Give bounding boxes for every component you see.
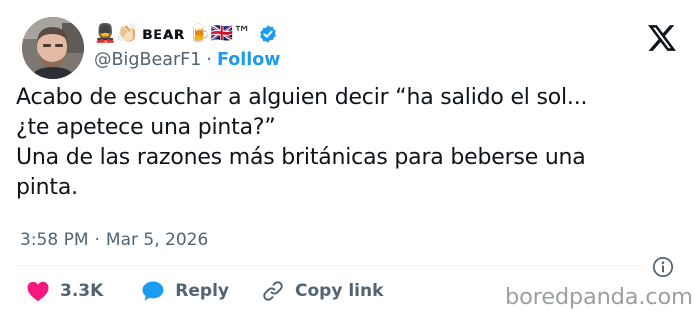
author-handle-row: @BigBearF1 · Follow <box>94 48 280 72</box>
avatar[interactable] <box>22 17 84 79</box>
tweet-time: 3:58 PM <box>20 230 89 250</box>
divider <box>16 265 642 266</box>
display-name-emoji-end: 🍺🇬🇧™ <box>188 23 252 44</box>
tweet-text: Acabo de escuchar a alguien decir “ha sa… <box>16 85 588 200</box>
like-count: 3.3K <box>60 281 104 301</box>
link-icon <box>263 281 283 301</box>
info-icon[interactable] <box>652 256 674 278</box>
avatar-photo <box>22 17 84 79</box>
follow-button[interactable]: Follow <box>217 50 280 70</box>
tweet-date: Mar 5, 2026 <box>105 230 209 250</box>
timestamp-separator: · <box>94 230 100 250</box>
display-name-text: ʙᴇᴀʀ <box>141 24 186 44</box>
like-button[interactable]: 3.3K <box>26 280 103 302</box>
copy-link-button[interactable]: Copy link <box>261 279 383 303</box>
copy-link-label: Copy link <box>295 281 384 301</box>
reply-button[interactable]: Reply <box>141 280 229 302</box>
speech-bubble-icon <box>142 281 164 301</box>
tweet-actions: 3.3K Reply Copy link <box>26 278 383 304</box>
tweet-timestamp[interactable]: 3:58 PM · Mar 5, 2026 <box>20 229 208 251</box>
display-name-emoji-start: 💂👏🏻 <box>94 23 139 44</box>
reply-label: Reply <box>175 281 229 301</box>
watermark: boredpanda.com <box>505 284 693 310</box>
verified-badge-icon <box>258 24 278 44</box>
author-handle[interactable]: @BigBearF1 <box>94 50 201 70</box>
heart-icon <box>27 281 49 302</box>
handle-separator: · <box>206 50 212 70</box>
x-logo-icon[interactable] <box>648 25 676 51</box>
author-display-name[interactable]: 💂👏🏻 ʙᴇᴀʀ 🍺🇬🇧™ <box>94 21 278 47</box>
